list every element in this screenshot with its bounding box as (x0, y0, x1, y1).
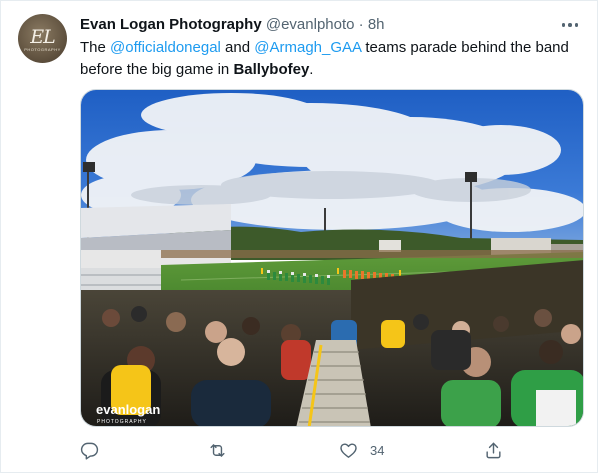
more-dots-icon[interactable] (559, 15, 581, 35)
tweet-photo[interactable]: evanlogan PHOTOGRAPHY (80, 89, 584, 427)
tweet-text-segment: . (309, 61, 314, 78)
header-separator: · (358, 16, 364, 33)
tweet-text-segment: The (80, 39, 111, 56)
tweet-header: Evan Logan Photography @evanlphoto · 8h (80, 15, 385, 35)
share-icon (486, 442, 501, 458)
share-button[interactable] (484, 437, 515, 463)
retweet-icon (210, 443, 225, 457)
tweet-text: The @officialdonegal and @Armagh_GAA tea… (80, 37, 580, 81)
retweet-button[interactable] (208, 437, 239, 463)
author-display-name[interactable]: Evan Logan Photography (80, 16, 262, 33)
reply-button[interactable] (80, 437, 111, 463)
mention-armagh-gaa[interactable]: @Armagh_GAA (254, 39, 361, 56)
watermark-caption: PHOTOGRAPHY (97, 419, 147, 425)
like-button[interactable]: 34 (339, 437, 384, 463)
place-name: Ballybofey (233, 61, 310, 78)
avatar-monogram: EL (30, 25, 55, 48)
stadium-photo: evanlogan PHOTOGRAPHY (81, 90, 583, 426)
like-count: 34 (370, 442, 385, 458)
author-handle[interactable]: @evanlphoto (266, 16, 355, 33)
mention-officialdonegal[interactable]: @officialdonegal (110, 39, 221, 56)
tweet-actions: 34 (80, 437, 510, 463)
avatar-caption: PHOTOGRAPHY (24, 46, 61, 52)
tweet-card[interactable]: EL PHOTOGRAPHY Evan Logan Photography @e… (0, 0, 598, 473)
heart-icon (340, 442, 357, 458)
reply-icon (80, 442, 99, 460)
tweet-text-segment: and (220, 39, 255, 56)
avatar[interactable]: EL PHOTOGRAPHY (18, 14, 67, 63)
watermark-name: evanlogan (96, 402, 160, 417)
tweet-timestamp[interactable]: 8h (368, 16, 385, 33)
